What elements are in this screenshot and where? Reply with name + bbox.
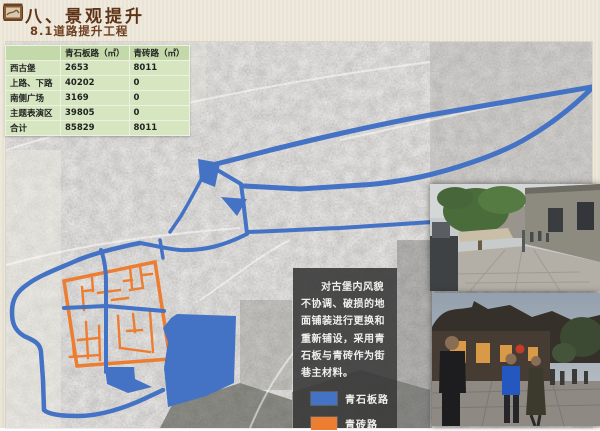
row-label: 上路、下路: [6, 76, 61, 91]
table-row: 上路、下路 40202 0: [6, 76, 190, 91]
stone-value: 85829: [61, 121, 130, 136]
brick-value: 0: [129, 91, 189, 106]
brick-value: 0: [129, 106, 189, 121]
row-label: 西古堡: [6, 61, 61, 76]
brick-road-swatch: [311, 417, 337, 430]
row-label: 主题表演区: [6, 106, 61, 121]
table-header-brick: 青砖路（㎡）: [129, 46, 189, 61]
note-text: 对古堡内风貌不协调、破损的地面铺装进行更换和重新铺设，采用青石板与青砖作为街巷主…: [301, 279, 389, 382]
stone-value: 3169: [61, 91, 130, 106]
photo-stone-street-day: [430, 184, 600, 291]
legend-label: 青石板路: [345, 391, 389, 406]
row-label: 合计: [6, 121, 61, 136]
table-row: 西古堡 2653 8011: [6, 61, 190, 76]
stone-value: 39805: [61, 106, 130, 121]
row-label: 南侧广场: [6, 91, 61, 106]
brick-value: 8011: [129, 121, 189, 136]
brick-value: 0: [129, 76, 189, 91]
scroll-painting-icon: [3, 3, 23, 22]
table-row: 主题表演区 39805 0: [6, 106, 190, 121]
page-subtitle: 8.1道路提升工程: [30, 23, 128, 39]
table-row-total: 合计 85829 8011: [6, 121, 190, 136]
slide-background: 八、景观提升 8.1道路提升工程: [0, 0, 600, 428]
legend-item-brick: 青砖路: [311, 416, 397, 431]
table-header-stone: 青石板路（㎡）: [61, 46, 130, 61]
map-legend: 青石板路 青砖路: [311, 391, 397, 431]
note-panel: 对古堡内风貌不协调、破损的地面铺装进行更换和重新铺设，采用青石板与青砖作为街巷主…: [293, 268, 397, 428]
table-row: 南侧广场 3169 0: [6, 91, 190, 106]
legend-label: 青砖路: [345, 416, 378, 431]
table-header-blank: [6, 46, 61, 61]
brick-value: 8011: [129, 61, 189, 76]
table-header-row: 青石板路（㎡） 青砖路（㎡）: [6, 46, 190, 61]
pavement-area-table: 青石板路（㎡） 青砖路（㎡） 西古堡 2653 8011 上路、下路 40202…: [5, 45, 190, 136]
legend-item-stone: 青石板路: [311, 391, 397, 406]
stone-road-swatch: [311, 392, 337, 405]
stone-value: 2653: [61, 61, 130, 76]
stone-value: 40202: [61, 76, 130, 91]
photo-brick-street-dusk: [432, 293, 600, 426]
